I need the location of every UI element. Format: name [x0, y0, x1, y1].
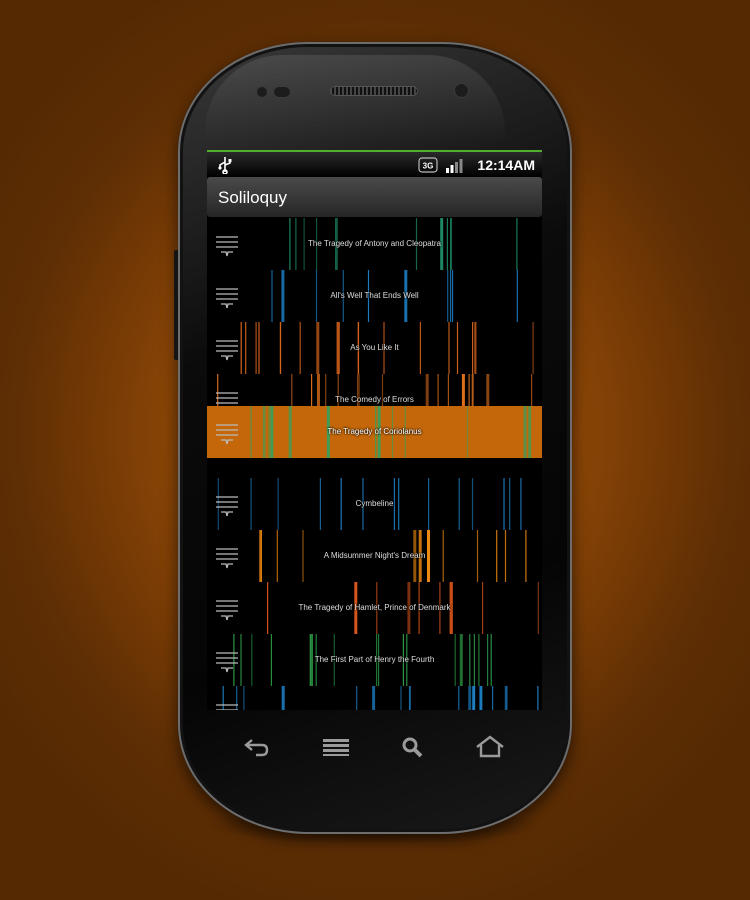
list-item[interactable]: [207, 686, 542, 710]
network-3g-icon: 3G: [418, 157, 438, 173]
nav-bar: [207, 720, 542, 775]
list-item[interactable]: The First Part of Henry the Fourth: [207, 634, 542, 686]
search-icon[interactable]: [398, 734, 428, 760]
play-title: The Tragedy of Coriolanus: [327, 427, 422, 436]
list-item[interactable]: Cymbeline: [207, 478, 542, 530]
play-title: Cymbeline: [355, 499, 394, 508]
proximity-sensor: [256, 86, 268, 98]
list-item[interactable]: The Tragedy of Coriolanus: [207, 406, 542, 458]
list-item[interactable]: The Tragedy of Antony and Cleopatra: [207, 218, 542, 270]
usb-icon: [218, 157, 232, 174]
earpiece-speaker: [330, 86, 418, 96]
play-title: As You Like It: [350, 343, 399, 352]
clock: 12:14AM: [477, 157, 535, 173]
list-item[interactable]: All's Well That Ends Well: [207, 270, 542, 322]
app-title: Soliloquy: [218, 188, 287, 207]
play-title: The Tragedy of Antony and Cleopatra: [308, 239, 441, 248]
app-title-bar: Soliloquy: [207, 177, 542, 217]
network-label: 3G: [423, 162, 434, 171]
play-title: The Tragedy of Hamlet, Prince of Denmark: [298, 603, 451, 612]
menu-icon[interactable]: [321, 734, 351, 760]
signal-icon: [446, 159, 463, 173]
list-item[interactable]: The Tragedy of Hamlet, Prince of Denmark: [207, 582, 542, 634]
play-title: The First Part of Henry the Fourth: [314, 655, 435, 664]
play-title: All's Well That Ends Well: [330, 291, 419, 300]
front-camera: [454, 83, 469, 98]
home-icon[interactable]: [475, 734, 505, 760]
play-list[interactable]: The Tragedy of Antony and Cleopatra All's…: [207, 218, 542, 710]
screen: 3G 12:14AM Soliloquy The Tragedy of Anto…: [207, 150, 542, 710]
play-title: A Midsummer Night's Dream: [323, 551, 426, 560]
back-icon[interactable]: [242, 734, 272, 760]
play-title: [207, 686, 542, 710]
list-item[interactable]: As You Like It: [207, 322, 542, 374]
status-bar: 3G 12:14AM: [207, 150, 542, 177]
light-sensor: [273, 86, 291, 98]
list-item[interactable]: A Midsummer Night's Dream: [207, 530, 542, 582]
